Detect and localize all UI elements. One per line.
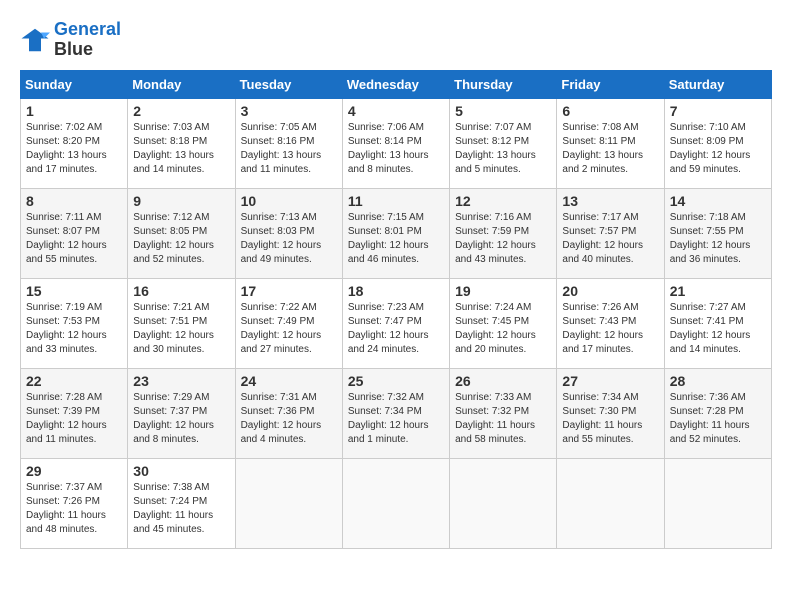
calendar-day-29: 29Sunrise: 7:37 AMSunset: 7:26 PMDayligh… [21,458,128,548]
empty-cell [557,458,664,548]
col-saturday: Saturday [664,70,771,98]
calendar-day-30: 30Sunrise: 7:38 AMSunset: 7:24 PMDayligh… [128,458,235,548]
calendar-day-5: 5Sunrise: 7:07 AMSunset: 8:12 PMDaylight… [450,98,557,188]
calendar-day-3: 3Sunrise: 7:05 AMSunset: 8:16 PMDaylight… [235,98,342,188]
col-wednesday: Wednesday [342,70,449,98]
calendar-week-2: 8Sunrise: 7:11 AMSunset: 8:07 PMDaylight… [21,188,772,278]
calendar-day-26: 26Sunrise: 7:33 AMSunset: 7:32 PMDayligh… [450,368,557,458]
calendar-day-10: 10Sunrise: 7:13 AMSunset: 8:03 PMDayligh… [235,188,342,278]
calendar-day-6: 6Sunrise: 7:08 AMSunset: 8:11 PMDaylight… [557,98,664,188]
calendar-day-13: 13Sunrise: 7:17 AMSunset: 7:57 PMDayligh… [557,188,664,278]
calendar-day-18: 18Sunrise: 7:23 AMSunset: 7:47 PMDayligh… [342,278,449,368]
empty-cell [450,458,557,548]
calendar-day-7: 7Sunrise: 7:10 AMSunset: 8:09 PMDaylight… [664,98,771,188]
calendar-day-9: 9Sunrise: 7:12 AMSunset: 8:05 PMDaylight… [128,188,235,278]
calendar-day-23: 23Sunrise: 7:29 AMSunset: 7:37 PMDayligh… [128,368,235,458]
calendar-day-15: 15Sunrise: 7:19 AMSunset: 7:53 PMDayligh… [21,278,128,368]
page-header: General Blue [20,20,772,60]
calendar-day-11: 11Sunrise: 7:15 AMSunset: 8:01 PMDayligh… [342,188,449,278]
calendar-day-24: 24Sunrise: 7:31 AMSunset: 7:36 PMDayligh… [235,368,342,458]
col-thursday: Thursday [450,70,557,98]
calendar-day-4: 4Sunrise: 7:06 AMSunset: 8:14 PMDaylight… [342,98,449,188]
col-sunday: Sunday [21,70,128,98]
logo-text: General Blue [54,20,121,60]
calendar-day-17: 17Sunrise: 7:22 AMSunset: 7:49 PMDayligh… [235,278,342,368]
calendar-day-27: 27Sunrise: 7:34 AMSunset: 7:30 PMDayligh… [557,368,664,458]
calendar-day-12: 12Sunrise: 7:16 AMSunset: 7:59 PMDayligh… [450,188,557,278]
calendar-table: Sunday Monday Tuesday Wednesday Thursday… [20,70,772,549]
calendar-day-1: 1Sunrise: 7:02 AMSunset: 8:20 PMDaylight… [21,98,128,188]
calendar-day-25: 25Sunrise: 7:32 AMSunset: 7:34 PMDayligh… [342,368,449,458]
calendar-day-8: 8Sunrise: 7:11 AMSunset: 8:07 PMDaylight… [21,188,128,278]
logo: General Blue [20,20,121,60]
col-monday: Monday [128,70,235,98]
empty-cell [342,458,449,548]
calendar-day-19: 19Sunrise: 7:24 AMSunset: 7:45 PMDayligh… [450,278,557,368]
col-tuesday: Tuesday [235,70,342,98]
calendar-day-16: 16Sunrise: 7:21 AMSunset: 7:51 PMDayligh… [128,278,235,368]
empty-cell [664,458,771,548]
calendar-day-22: 22Sunrise: 7:28 AMSunset: 7:39 PMDayligh… [21,368,128,458]
logo-icon [20,25,50,55]
calendar-day-28: 28Sunrise: 7:36 AMSunset: 7:28 PMDayligh… [664,368,771,458]
col-friday: Friday [557,70,664,98]
calendar-day-2: 2Sunrise: 7:03 AMSunset: 8:18 PMDaylight… [128,98,235,188]
calendar-week-4: 22Sunrise: 7:28 AMSunset: 7:39 PMDayligh… [21,368,772,458]
calendar-day-20: 20Sunrise: 7:26 AMSunset: 7:43 PMDayligh… [557,278,664,368]
empty-cell [235,458,342,548]
calendar-week-5: 29Sunrise: 7:37 AMSunset: 7:26 PMDayligh… [21,458,772,548]
calendar-week-1: 1Sunrise: 7:02 AMSunset: 8:20 PMDaylight… [21,98,772,188]
header-row: Sunday Monday Tuesday Wednesday Thursday… [21,70,772,98]
calendar-week-3: 15Sunrise: 7:19 AMSunset: 7:53 PMDayligh… [21,278,772,368]
calendar-day-14: 14Sunrise: 7:18 AMSunset: 7:55 PMDayligh… [664,188,771,278]
calendar-day-21: 21Sunrise: 7:27 AMSunset: 7:41 PMDayligh… [664,278,771,368]
